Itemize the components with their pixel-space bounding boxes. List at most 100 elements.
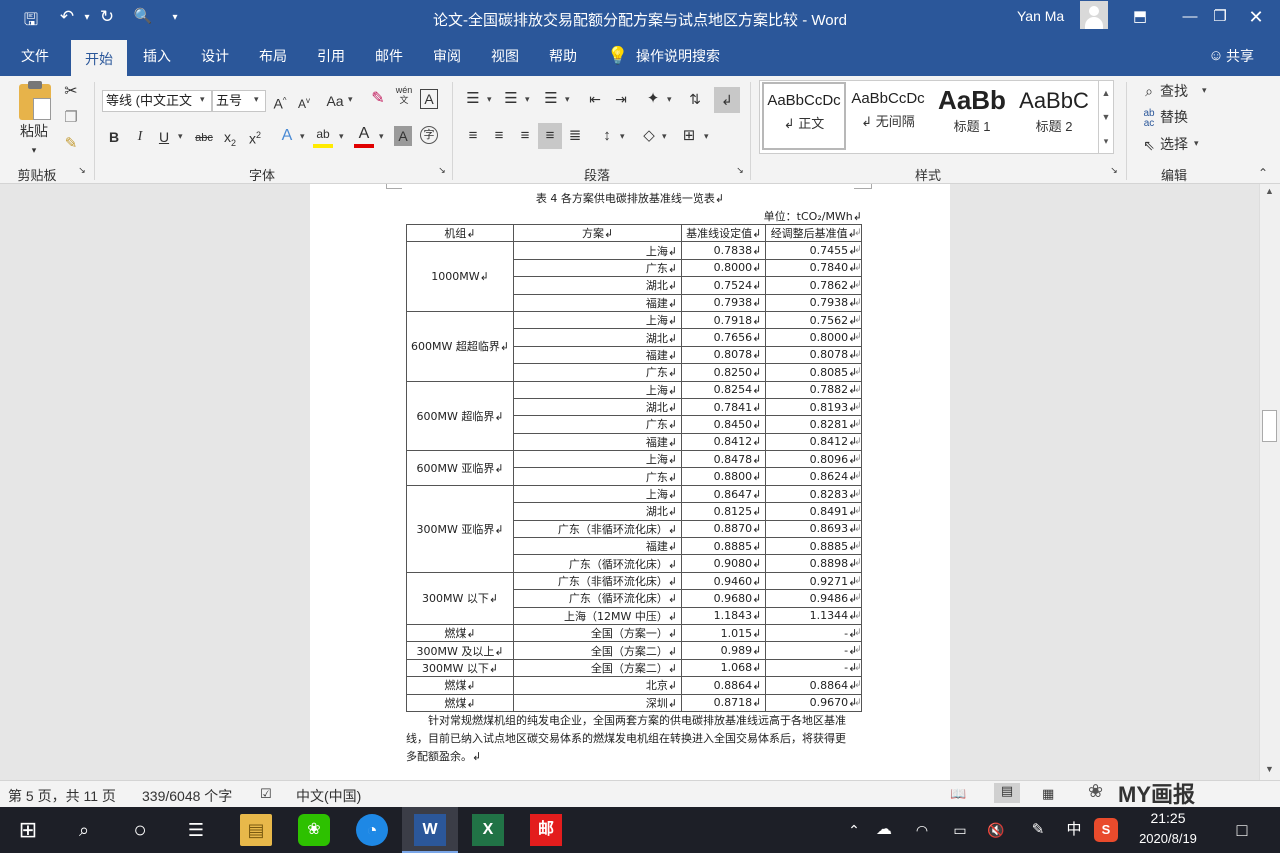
cut-icon[interactable]: ✂ [60,82,82,102]
align-right-icon[interactable]: ≡ [514,126,536,146]
cortana-icon[interactable]: ○ [124,814,156,846]
highlight-icon[interactable]: ab [313,124,333,148]
chevron-down-icon[interactable]: ▾ [339,131,344,142]
scheme-cell[interactable]: 广东↲ [513,258,683,278]
adjusted-cell[interactable]: 0.7882↲ [765,380,863,399]
restore-button[interactable]: ❐ [1200,4,1240,30]
style-no-spacing[interactable]: AaBbCcDc ↲ 无间隔 [846,82,930,150]
scheme-cell[interactable]: 福建↲ [513,432,683,452]
adjusted-cell[interactable]: 0.7938↲ [765,293,863,312]
change-case-button[interactable]: Aa [324,91,346,111]
adjusted-cell[interactable]: 0.7840↲ [765,258,863,278]
chevron-down-icon[interactable]: ▾ [254,94,259,105]
chevron-down-icon[interactable]: ▾ [667,94,672,105]
unit-cell[interactable]: 600MW 亚临界↲ [405,450,515,486]
sogou-icon[interactable]: S [1094,818,1118,842]
wifi-icon[interactable]: ◠ [906,814,938,846]
word-icon[interactable]: W [414,814,446,846]
share-button[interactable]: 共享 [1226,36,1262,76]
unit-cell[interactable]: 600MW 超临界↲ [405,380,515,452]
scheme-cell[interactable]: 广东（非循环流化床）↲ [513,519,683,539]
text-effects-icon[interactable]: A [278,126,296,146]
chevron-down-icon[interactable]: ▾ [178,131,183,142]
adjusted-cell[interactable]: 0.8412↲ [765,432,863,452]
close-button[interactable]: ✕ [1236,4,1276,30]
user-name[interactable]: Yan Ma [1017,8,1064,24]
baseline-cell[interactable]: 0.7938↲ [681,293,767,312]
tab-design[interactable]: 设计 [190,36,240,76]
justify-icon[interactable]: ≡ [538,123,562,149]
baseline-cell[interactable]: 0.8718↲ [681,693,767,712]
page-count[interactable]: 第 5 页，共 11 页 [8,786,116,806]
file-explorer-icon[interactable]: ▤ [240,814,272,846]
select-icon[interactable]: ⇖ [1140,135,1158,155]
baseline-cell[interactable]: 0.7838↲ [681,241,767,260]
search-icon[interactable]: ⌕ [68,814,100,846]
scheme-cell[interactable]: 上海（12MW 中压）↲ [513,606,683,625]
baseline-cell[interactable]: 0.8647↲ [681,484,767,504]
baseline-cell[interactable]: 0.989↲ [681,641,767,660]
style-heading-2[interactable]: AaBbC 标题 2 [1012,82,1096,150]
baseline-cell[interactable]: 0.8864↲ [681,676,767,695]
style-heading-1[interactable]: AaBb 标题 1 [930,82,1014,150]
scheme-cell[interactable]: 全国（方案一）↲ [513,623,683,643]
baseline-cell[interactable]: 1.1843↲ [681,606,767,625]
shrink-font-icon[interactable]: Av [296,91,312,114]
adjusted-cell[interactable]: 0.8078↲ [765,345,863,365]
scheme-cell[interactable]: 上海↲ [513,484,683,504]
adjusted-cell[interactable]: 0.7562↲ [765,310,863,330]
collapse-ribbon-icon[interactable]: ⌃ [1258,166,1268,180]
clear-formatting-icon[interactable]: ✎ [368,89,388,109]
scroll-down-icon[interactable]: ▼ [1265,764,1274,774]
replace-icon[interactable]: ab ac [1140,109,1158,129]
adjusted-cell[interactable]: 0.9486↲ [765,589,863,608]
strikethrough-icon[interactable]: abc [193,128,215,148]
unit-cell[interactable]: 1000MW↲ [405,241,515,312]
unit-cell[interactable]: 600MW 超超临界↲ [405,310,515,382]
unit-cell[interactable]: 300MW 以下↲ [405,571,515,625]
header-cell[interactable]: 机组↲ [405,223,515,243]
read-mode-icon[interactable]: 📖 [950,786,966,802]
dialog-launcher-icon[interactable]: ↘ [436,165,448,176]
character-border-icon[interactable]: A [420,89,438,109]
tab-insert[interactable]: 插入 [132,36,182,76]
numbering-icon[interactable]: ☰ [500,89,522,109]
excel-icon[interactable]: X [472,814,504,846]
body-paragraph[interactable]: 针对常规燃煤机组的纯发电企业，全国两套方案的供电碳排放基准线远高于各地区基准 线… [406,712,866,766]
save-icon[interactable]: 🖫 [20,7,42,36]
data-table[interactable]: 机组↲ 方案↲ 基准线设定值↲ 经调整后基准值↲ 1000MW↲ 上海↲ 0.7838↲ 0.… [405,223,863,712]
find-button[interactable]: 查找 [1160,81,1196,101]
scheme-cell[interactable]: 北京↲ [513,676,683,695]
language-status[interactable]: 中文(中国) [296,786,361,806]
borders-icon[interactable]: ⊞ [678,126,700,146]
mail-app-icon[interactable]: 邮 [530,814,562,846]
baseline-cell[interactable]: 0.8450↲ [681,415,767,434]
header-cell[interactable]: 方案↲ [513,223,683,243]
chevron-down-icon[interactable]: ▾ [565,94,570,105]
ime-indicator[interactable]: 中 [1058,814,1090,846]
scheme-cell[interactable]: 广东（循环流化床）↲ [513,554,683,573]
header-cell[interactable]: 基准线设定值↲ [681,223,767,243]
baseline-cell[interactable]: 0.9460↲ [681,571,767,591]
header-cell[interactable]: 经调整后基准值↲ [765,223,863,243]
adjusted-cell[interactable]: 0.7455↲ [765,241,863,260]
scheme-cell[interactable]: 广东↲ [513,363,683,382]
adjusted-cell[interactable]: 0.8885↲ [765,537,863,556]
tab-help[interactable]: 帮助 [538,36,588,76]
grow-font-icon[interactable]: A^ [272,91,288,114]
adjusted-cell[interactable]: -↲ [765,641,863,660]
superscript-icon[interactable]: x2 [246,125,264,149]
baseline-cell[interactable]: 0.8000↲ [681,258,767,278]
character-shading-icon[interactable]: A [394,126,412,146]
paste-button[interactable]: 粘贴 [14,121,54,141]
scheme-cell[interactable]: 湖北↲ [513,328,683,347]
redo-icon[interactable]: ↻ [96,7,118,27]
adjusted-cell[interactable]: 0.7862↲ [765,276,863,295]
copy-icon[interactable]: ❐ [60,108,82,128]
adjusted-cell[interactable]: 0.9271↲ [765,571,863,591]
scheme-cell[interactable]: 广东↲ [513,415,683,434]
baseline-cell[interactable]: 0.8885↲ [681,537,767,556]
adjusted-cell[interactable]: 0.8096↲ [765,450,863,469]
sort-icon[interactable]: ⇅ [684,89,706,109]
baseline-cell[interactable]: 0.8125↲ [681,502,767,521]
